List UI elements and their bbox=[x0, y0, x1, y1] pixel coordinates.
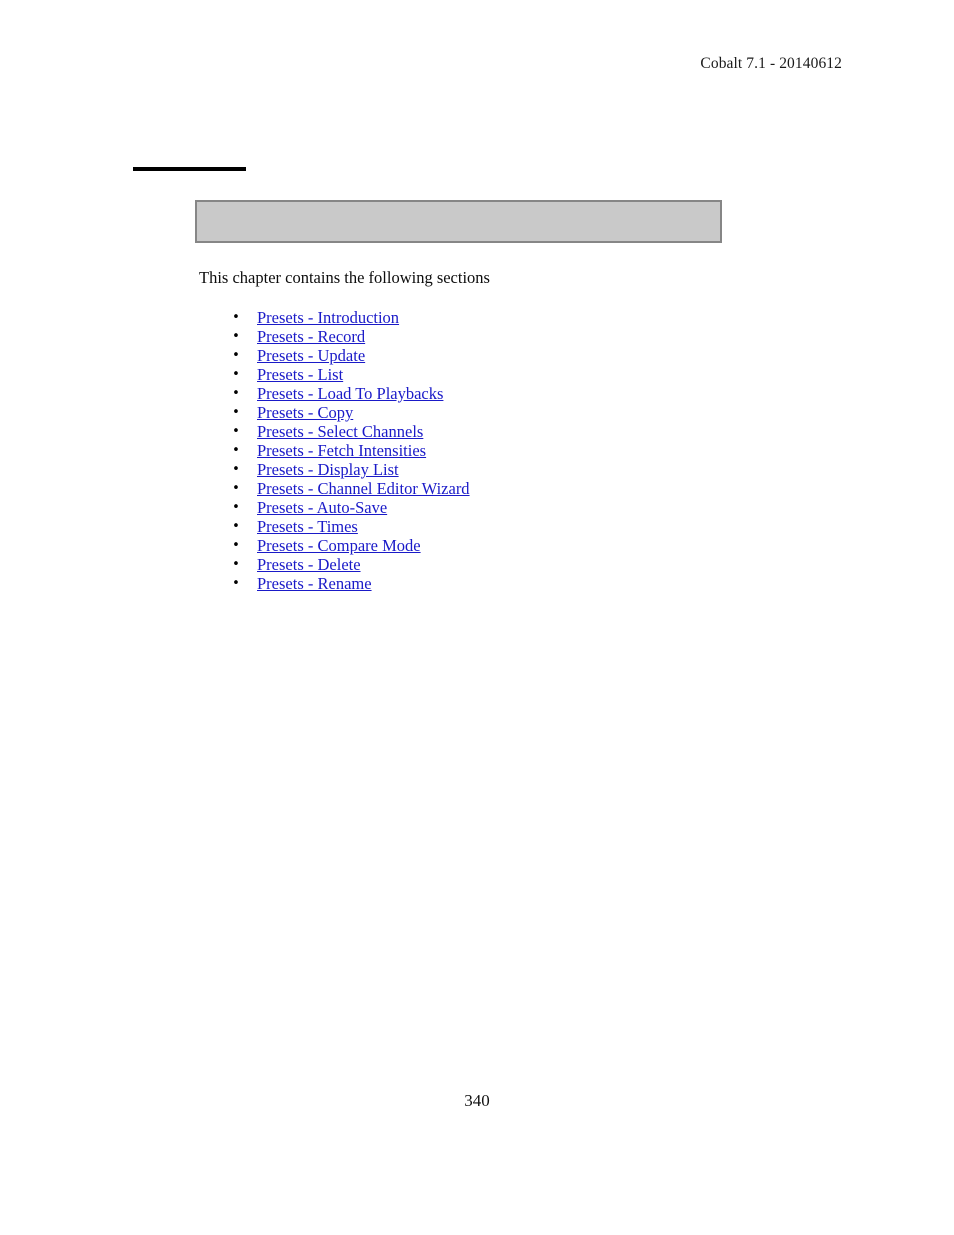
toc-link[interactable]: Presets - Select Channels bbox=[257, 422, 423, 441]
list-item: • Presets - Fetch Intensities bbox=[224, 441, 784, 460]
bullet-icon: • bbox=[232, 424, 240, 439]
bullet-icon: • bbox=[232, 519, 240, 534]
list-item: • Presets - Times bbox=[224, 517, 784, 536]
list-item: • Presets - Copy bbox=[224, 403, 784, 422]
toc-link[interactable]: Presets - Auto-Save bbox=[257, 498, 387, 517]
list-item: • Presets - Compare Mode bbox=[224, 536, 784, 555]
list-item: • Presets - Record bbox=[224, 327, 784, 346]
list-item: • Presets - Select Channels bbox=[224, 422, 784, 441]
toc-link[interactable]: Presets - Record bbox=[257, 327, 365, 346]
bullet-icon: • bbox=[232, 481, 240, 496]
toc-link[interactable]: Presets - Fetch Intensities bbox=[257, 441, 426, 460]
page-number: 340 bbox=[464, 1091, 490, 1110]
bullet-icon: • bbox=[232, 462, 240, 477]
list-item: • Presets - Rename bbox=[224, 574, 784, 593]
bullet-icon: • bbox=[232, 329, 240, 344]
bullet-icon: • bbox=[232, 576, 240, 591]
running-header: Cobalt 7.1 - 20140612 bbox=[700, 55, 842, 72]
toc-link[interactable]: Presets - Channel Editor Wizard bbox=[257, 479, 470, 498]
chapter-heading-rule bbox=[133, 167, 246, 171]
toc-link[interactable]: Presets - Rename bbox=[257, 574, 372, 593]
document-page: Cobalt 7.1 - 20140612 This chapter conta… bbox=[0, 0, 954, 1235]
list-item: • Presets - Channel Editor Wizard bbox=[224, 479, 784, 498]
chapter-intro-text: This chapter contains the following sect… bbox=[199, 268, 490, 287]
toc-link[interactable]: Presets - List bbox=[257, 365, 343, 384]
toc-link[interactable]: Presets - Load To Playbacks bbox=[257, 384, 443, 403]
toc-link[interactable]: Presets - Update bbox=[257, 346, 365, 365]
bullet-icon: • bbox=[232, 310, 240, 325]
list-item: • Presets - Load To Playbacks bbox=[224, 384, 784, 403]
list-item: • Presets - Auto-Save bbox=[224, 498, 784, 517]
toc-link[interactable]: Presets - Delete bbox=[257, 555, 361, 574]
toc-link[interactable]: Presets - Times bbox=[257, 517, 358, 536]
bullet-icon: • bbox=[232, 367, 240, 382]
toc-link[interactable]: Presets - Compare Mode bbox=[257, 536, 421, 555]
bullet-icon: • bbox=[232, 405, 240, 420]
bullet-icon: • bbox=[232, 386, 240, 401]
chapter-banner-box bbox=[195, 200, 722, 243]
list-item: • Presets - Display List bbox=[224, 460, 784, 479]
bullet-icon: • bbox=[232, 443, 240, 458]
table-of-contents-list: • Presets - Introduction • Presets - Record… bbox=[224, 308, 784, 593]
toc-link[interactable]: Presets - Copy bbox=[257, 403, 353, 422]
bullet-icon: • bbox=[232, 348, 240, 363]
list-item: • Presets - Introduction bbox=[224, 308, 784, 327]
bullet-icon: • bbox=[232, 500, 240, 515]
list-item: • Presets - Update bbox=[224, 346, 784, 365]
toc-link[interactable]: Presets - Display List bbox=[257, 460, 399, 479]
bullet-icon: • bbox=[232, 538, 240, 553]
list-item: • Presets - List bbox=[224, 365, 784, 384]
list-item: • Presets - Delete bbox=[224, 555, 784, 574]
toc-link[interactable]: Presets - Introduction bbox=[257, 308, 399, 327]
bullet-icon: • bbox=[232, 557, 240, 572]
